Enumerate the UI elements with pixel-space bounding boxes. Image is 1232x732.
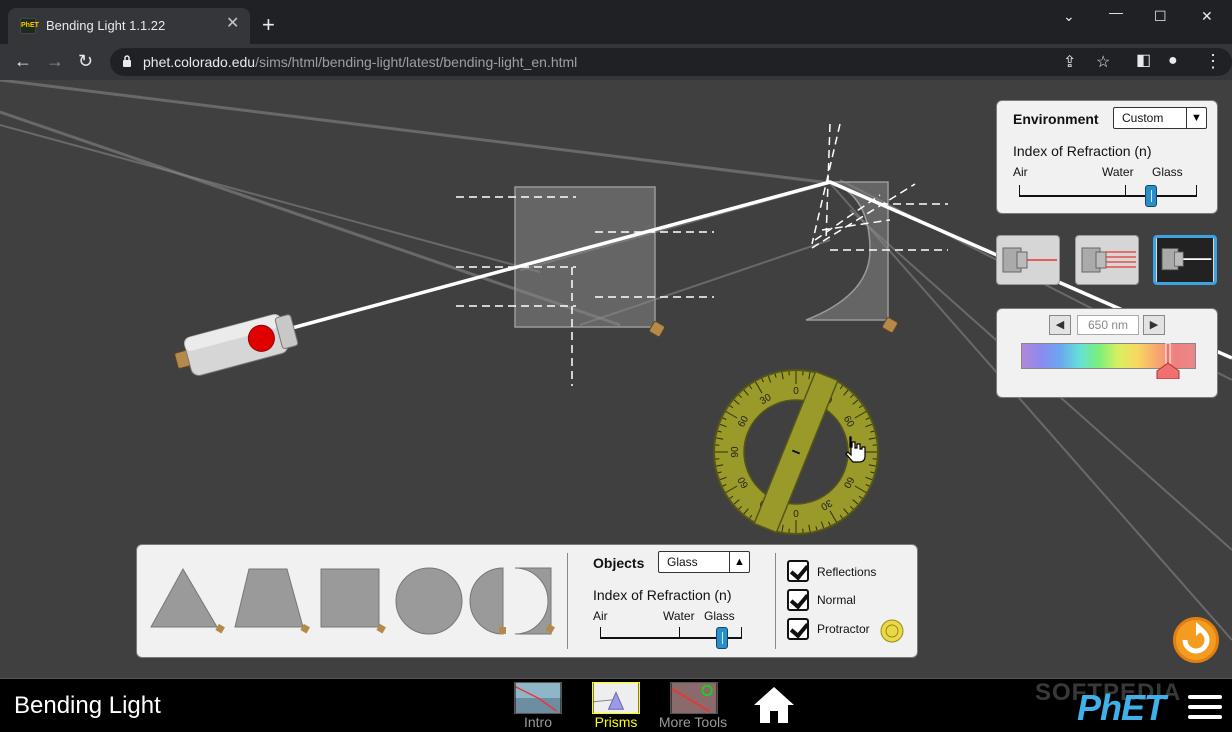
protractor-icon	[880, 619, 904, 643]
minimize-icon[interactable]: —	[1109, 4, 1123, 20]
screen-label-more-tools: More Tools	[658, 714, 728, 730]
slider-tick	[1125, 185, 1126, 197]
slider-tick	[1196, 185, 1197, 197]
forward-icon[interactable]: →	[46, 50, 64, 72]
faint-ray	[0, 124, 541, 273]
environment-label: Environment	[1013, 111, 1099, 127]
tab-search-icon[interactable]: ⌄	[1063, 8, 1075, 25]
environment-panel: Environment Custom ▼ Index of Refraction…	[996, 100, 1218, 214]
dropdown-arrow-icon: ▼	[1186, 108, 1206, 128]
square-prism-tool	[320, 568, 386, 634]
wave-view-button[interactable]	[1075, 235, 1139, 285]
environment-ior-slider[interactable]	[1144, 185, 1157, 207]
protractor-label: Protractor	[817, 622, 870, 636]
environment-ior-label: Index of Refraction (n)	[1013, 143, 1152, 159]
reset-all-button[interactable]	[1173, 617, 1219, 663]
circle-prism-tool	[395, 567, 463, 635]
tick-water: Water	[663, 609, 695, 623]
protractor-label: 0	[793, 386, 799, 397]
objects-selected: Glass	[667, 555, 698, 569]
single-ray-view-button[interactable]	[996, 235, 1060, 285]
prism-toolbox[interactable]	[137, 545, 567, 657]
objects-panel: Objects Glass ▲ Index of Refraction (n) …	[136, 544, 918, 658]
browser-tab[interactable]: PhET Bending Light 1.1.22 ✕	[8, 8, 250, 44]
slider-tick	[1019, 185, 1020, 197]
laser-wave-icon	[1081, 247, 1136, 273]
more-tools-screen-icon	[670, 682, 718, 714]
slider-tick	[600, 627, 601, 639]
browser-menu-icon[interactable]: ⋮	[1204, 50, 1222, 72]
environment-combobox[interactable]: Custom ▼	[1113, 107, 1207, 129]
sim-title: Bending Light	[14, 692, 161, 719]
laser-white-icon	[1156, 238, 1214, 282]
tick-air: Air	[593, 609, 608, 623]
phet-menu-icon[interactable]	[1188, 695, 1222, 725]
reflections-label: Reflections	[817, 565, 877, 579]
maximize-icon[interactable]: ☐	[1154, 8, 1167, 25]
close-tab-icon[interactable]: ✕	[226, 16, 239, 32]
objects-material-combobox[interactable]: Glass ▲	[658, 551, 750, 573]
divider	[775, 553, 776, 649]
divider	[567, 553, 568, 649]
sim-play-area[interactable]: 0306090603003060906030 Environment Custo…	[0, 80, 1232, 678]
address-bar[interactable]: phet.colorado.edu/sims/html/bending-ligh…	[110, 48, 1232, 76]
prisms-screen-icon	[592, 682, 640, 714]
white-light-view-button[interactable]	[1153, 235, 1217, 285]
bookmark-star-icon[interactable]: ☆	[1096, 52, 1110, 72]
tick-air: Air	[1013, 165, 1028, 179]
screen-label-prisms: Prisms	[594, 714, 638, 730]
tick-glass: Glass	[1152, 165, 1183, 179]
lock-icon	[123, 55, 131, 67]
slider-tick	[679, 627, 680, 639]
wavelength-slider-handle[interactable]	[1155, 343, 1181, 379]
screen-label-intro: Intro	[523, 714, 552, 730]
phet-favicon-icon: PhET	[20, 18, 39, 34]
semicircle-prism-tool	[469, 567, 555, 635]
window-close-icon[interactable]: ✕	[1201, 8, 1213, 25]
normal-checkbox[interactable]	[787, 589, 809, 611]
wavelength-increase-button[interactable]: ▶	[1143, 315, 1165, 335]
reflections-checkbox[interactable]	[787, 560, 809, 582]
url-text: phet.colorado.edu/sims/html/bending-ligh…	[143, 54, 578, 70]
tick-glass: Glass	[704, 609, 735, 623]
browser-tabbar: PhET Bending Light 1.1.22 ✕ + ⌄ — ☐ ✕	[0, 0, 1232, 44]
slider-tick	[741, 627, 742, 639]
reset-icon	[1182, 622, 1210, 654]
objects-label: Objects	[593, 555, 645, 571]
laser-ray-icon	[1002, 247, 1057, 273]
side-panel-icon[interactable]: ◧	[1136, 50, 1151, 72]
environment-ior-track	[1019, 195, 1197, 197]
phet-navbar: Bending Light Intro Prisms More Tools SO…	[0, 678, 1232, 732]
tick-water: Water	[1102, 165, 1134, 179]
faint-ray	[0, 80, 831, 185]
protractor-checkbox[interactable]	[787, 618, 809, 640]
reload-icon[interactable]: ↻	[78, 50, 93, 72]
phet-logo[interactable]: PhET	[1077, 687, 1166, 729]
objects-ior-label: Index of Refraction (n)	[593, 587, 732, 603]
wavelength-decrease-button[interactable]: ◀	[1049, 315, 1071, 335]
protractor-label: 90	[730, 446, 741, 458]
objects-ior-slider[interactable]	[716, 627, 729, 649]
laser-pointer	[174, 314, 299, 377]
normal-label: Normal	[817, 593, 856, 607]
new-tab-icon[interactable]: +	[262, 14, 275, 36]
back-icon[interactable]: ←	[14, 50, 32, 72]
tab-title: Bending Light 1.1.22	[46, 18, 166, 33]
dropdown-arrow-icon: ▲	[729, 552, 749, 572]
browser-toolbar: ← → ↻ phet.colorado.edu/sims/html/bendin…	[0, 44, 1232, 80]
trapezoid-prism	[234, 568, 310, 634]
protractor-label: 0	[793, 507, 799, 518]
wavelength-value: 650 nm	[1077, 315, 1139, 335]
share-icon[interactable]: ⇪	[1063, 52, 1076, 72]
intro-screen-icon	[514, 682, 562, 714]
home-icon[interactable]	[752, 685, 796, 725]
wavelength-panel: ◀ 650 nm ▶	[996, 308, 1218, 398]
environment-selected: Custom	[1122, 111, 1164, 125]
triangle-prism	[150, 567, 225, 634]
profile-icon[interactable]: ●	[1168, 50, 1178, 72]
